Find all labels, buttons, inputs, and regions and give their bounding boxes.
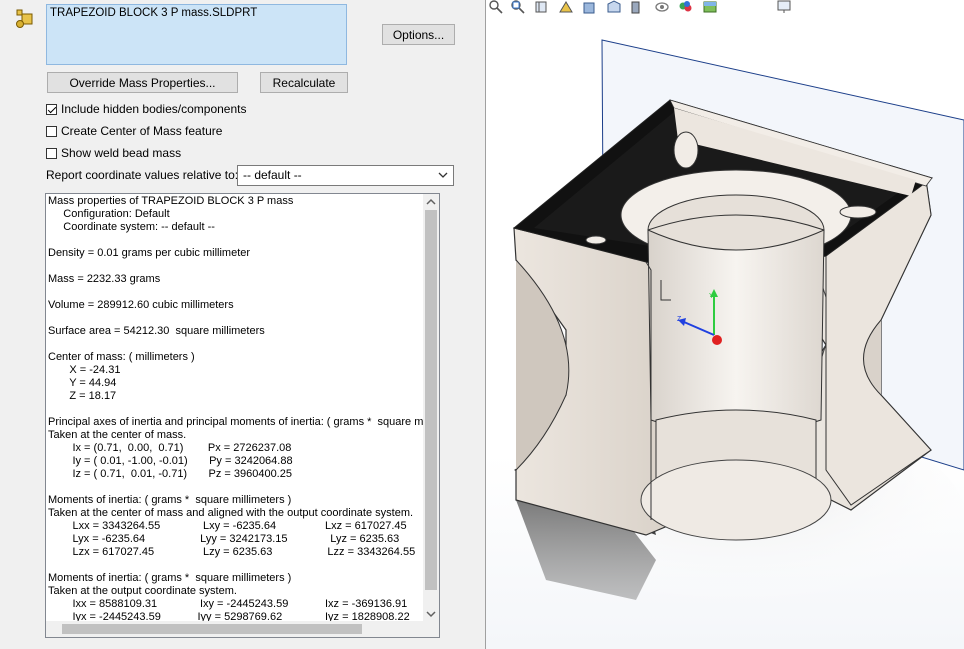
results-line: Z = 18.17	[48, 390, 117, 402]
recalculate-button[interactable]: Recalculate	[260, 72, 348, 93]
coordinate-system-select[interactable]: -- default --	[237, 165, 454, 186]
results-line	[48, 403, 424, 416]
mass-properties-results[interactable]: Mass properties of TRAPEZOID BLOCK 3 P m…	[45, 193, 440, 638]
results-line	[48, 481, 424, 494]
results-line	[48, 234, 424, 247]
create-center-of-mass-option[interactable]: Create Center of Mass feature	[46, 123, 222, 139]
results-line: Ix = (0.71, 0.00, 0.71) Px = 2726237.08	[48, 442, 292, 454]
results-line: Moments of inertia: ( grams * square mil…	[48, 572, 292, 584]
include-hidden-bodies-label: Include hidden bodies/components	[61, 102, 247, 116]
results-line: Configuration: Default	[48, 208, 170, 220]
scroll-up-icon[interactable]	[426, 197, 436, 207]
create-center-of-mass-label: Create Center of Mass feature	[61, 124, 223, 138]
options-button[interactable]: Options...	[382, 24, 455, 45]
results-line: Lxx = 3343264.55 Lxy = -6235.64 Lxz = 61…	[48, 520, 407, 532]
central-bore	[647, 229, 825, 436]
results-line	[48, 286, 424, 299]
svg-text:Z: Z	[677, 316, 682, 323]
results-line: Iz = ( 0.71, 0.01, -0.71) Pz = 3960400.2…	[48, 468, 292, 480]
results-line: Mass properties of TRAPEZOID BLOCK 3 P m…	[48, 195, 294, 207]
horizontal-scroll-thumb[interactable]	[62, 624, 362, 634]
results-line: Mass = 2232.33 grams	[48, 273, 161, 285]
results-line: Surface area = 54212.30 square millimete…	[48, 325, 265, 337]
results-line: X = -24.31	[48, 364, 121, 376]
3d-model-view: Y Z	[506, 39, 964, 630]
results-line: Density = 0.01 grams per cubic millimete…	[48, 247, 251, 259]
results-text-area: Mass properties of TRAPEZOID BLOCK 3 P m…	[48, 195, 424, 621]
graphics-area[interactable]: Y Z	[486, 0, 964, 649]
include-hidden-bodies-checkbox[interactable]	[46, 103, 57, 115]
scroll-down-icon[interactable]	[426, 609, 436, 619]
selected-file-name: TRAPEZOID BLOCK 3 P mass.SLDPRT	[50, 7, 258, 19]
results-line: Y = 44.94	[48, 377, 117, 389]
show-weld-bead-mass-label: Show weld bead mass	[61, 146, 182, 160]
show-weld-bead-mass-checkbox[interactable]	[46, 147, 57, 159]
results-line: Ixx = 8588109.31 Ixy = -2445243.59 Ixz =…	[48, 598, 408, 610]
show-weld-bead-mass-option[interactable]: Show weld bead mass	[46, 145, 181, 161]
results-line: Principal axes of inertia and principal …	[48, 416, 424, 428]
chevron-down-icon	[438, 172, 448, 178]
results-line	[48, 559, 424, 572]
coordinate-system-value: -- default --	[243, 168, 302, 182]
svg-text:Y: Y	[709, 293, 714, 300]
results-line: Iyx = -2445243.59 Iyy = 5298769.62 Iyz =…	[48, 611, 410, 621]
vertical-scrollbar[interactable]	[423, 194, 439, 622]
results-line: Taken at the output coordinate system.	[48, 585, 237, 597]
results-line	[48, 338, 424, 351]
slot-hole-left	[673, 131, 699, 169]
vertical-scroll-thumb[interactable]	[425, 210, 437, 590]
coordinate-system-label: Report coordinate values relative to:	[46, 168, 239, 182]
results-line	[48, 260, 424, 273]
results-line: Taken at the center of mass and aligned …	[48, 507, 414, 519]
selected-items-list[interactable]: TRAPEZOID BLOCK 3 P mass.SLDPRT	[46, 4, 347, 65]
override-mass-properties-button[interactable]: Override Mass Properties...	[47, 72, 238, 93]
mass-properties-panel: TRAPEZOID BLOCK 3 P mass.SLDPRT Options.…	[0, 0, 486, 649]
results-line: Lyx = -6235.64 Lyy = 3242173.15 Lyz = 62…	[48, 533, 400, 545]
results-line: Taken at the center of mass.	[48, 429, 187, 441]
include-hidden-bodies-option[interactable]: Include hidden bodies/components	[46, 101, 246, 117]
results-line: Lzx = 617027.45 Lzy = 6235.63 Lzz = 3343…	[48, 546, 416, 558]
horizontal-scrollbar[interactable]	[46, 621, 425, 637]
scrollbar-corner	[423, 621, 439, 637]
results-line: Volume = 289912.60 cubic millimeters	[48, 299, 234, 311]
results-line: Iy = ( 0.01, -1.00, -0.01) Py = 3242064.…	[48, 455, 293, 467]
mass-properties-icon	[16, 9, 33, 28]
results-line: Moments of inertia: ( grams * square mil…	[48, 494, 292, 506]
results-line	[48, 312, 424, 325]
slot-hole-right	[839, 205, 877, 219]
results-line: Coordinate system: -- default --	[48, 221, 215, 233]
results-line: Center of mass: ( millimeters )	[48, 351, 195, 363]
create-center-of-mass-checkbox[interactable]	[46, 125, 57, 137]
